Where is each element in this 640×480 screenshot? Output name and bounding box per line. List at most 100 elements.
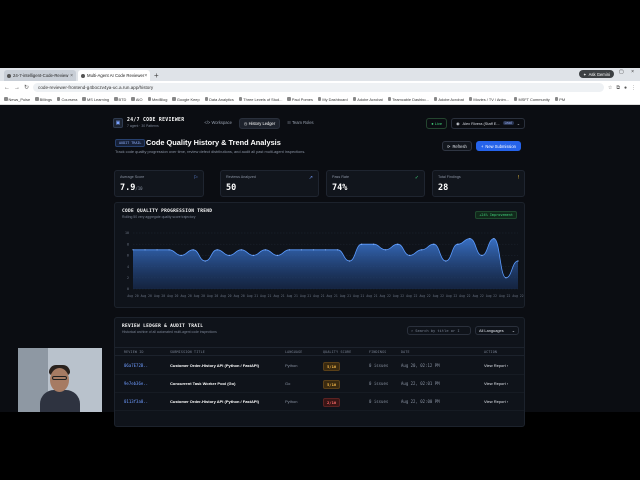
date-cell: Aug 22, 02:01 PM (401, 381, 440, 386)
bookmark-icon (554, 97, 559, 101)
bookmark-item[interactable]: Movies / TV / Anim... (468, 97, 509, 102)
bookmark-item[interactable]: Google Keep (172, 97, 200, 102)
refresh-button[interactable]: ⟳ Refresh (442, 141, 472, 151)
bookmark-item[interactable]: PM (554, 97, 565, 102)
reload-icon[interactable]: ↻ (24, 84, 29, 91)
x-tick-label: Aug 22 (433, 294, 444, 298)
bookmark-item[interactable]: Coursera (56, 96, 78, 102)
ledger-search-input[interactable]: ⌕ Search by title or I (407, 326, 471, 335)
table-row[interactable]: 0113f3a0.. Customer Order-History API (Py… (115, 394, 524, 411)
data-point (360, 243, 363, 245)
column-header: QUALITY SCORE (323, 350, 352, 354)
bookmark-item[interactable]: Adobe Acrobat (352, 97, 383, 102)
bookmark-item[interactable]: MS Learning (82, 97, 109, 102)
column-header: LANGUAGE (285, 350, 303, 354)
x-tick-label: Aug 21 (366, 294, 377, 298)
bookmark-item[interactable]: MSFT Community (513, 96, 550, 102)
bookmarks-bar: News_Pulse Billings Coursera MS Learning BTD… (0, 94, 640, 105)
data-point (445, 260, 447, 262)
bookmark-icon (35, 97, 39, 101)
webcam-overlay (18, 348, 102, 412)
bookmark-item[interactable]: BTD (114, 97, 126, 102)
view-report-button[interactable]: View Report › (484, 363, 508, 368)
table-row[interactable]: 06a7E72B.. Customer Order-History API (Py… (115, 358, 524, 375)
y-tick-label: 6 (127, 254, 129, 258)
bookmark-item[interactable]: Billings (35, 97, 52, 102)
new-tab-icon[interactable]: + (154, 70, 159, 81)
bookmark-icon (287, 97, 291, 101)
stat-suffix: /10 (135, 186, 143, 191)
review-id-link[interactable]: 0113f3a0.. (124, 399, 148, 404)
nav-team-roles[interactable]: ☷ Team Roles (283, 118, 317, 129)
new-submission-button[interactable]: + New Submission (476, 141, 521, 151)
data-point (228, 254, 230, 256)
url-text: code-reviewer-frontend-g4boczv4ya-uc.a.r… (38, 85, 154, 90)
x-tick-label: Aug 20 (141, 294, 152, 298)
submission-title: Customer Order-History API (Python / Fas… (170, 399, 259, 404)
x-tick-label: Aug 21 (247, 294, 258, 298)
breadcrumb: AUDIT TRAIL (115, 139, 146, 147)
x-tick-label: Aug 21 (273, 294, 284, 298)
view-report-button[interactable]: View Report › (484, 381, 508, 386)
bookmark-item[interactable]: MedBlog (147, 97, 167, 102)
bookmark-label: Data Analytics (209, 96, 234, 102)
user-menu[interactable]: ◉ Alex Rivera (Staff E... Lead ⌄ (451, 117, 525, 129)
profile-icon[interactable]: ● (624, 85, 627, 91)
table-row[interactable]: 9e7eb36e.. Concurrent Task Worker Pool (G… (115, 376, 524, 393)
stat-icon: ✓ (414, 175, 419, 181)
quality-score-badge: 5/10 (323, 380, 341, 389)
bookmark-icon (352, 97, 357, 101)
bookmark-item[interactable]: Adobe Acrobat (433, 97, 464, 102)
bookmark-label: MSFT Community (518, 96, 550, 102)
window-controls[interactable]: – ▢ × (609, 69, 637, 75)
data-point (192, 249, 194, 251)
close-icon[interactable]: × (70, 73, 73, 79)
bookmark-icon (114, 97, 118, 101)
bookmark-item[interactable]: Teamcable Dashbo... (387, 97, 429, 102)
nav-label: Team Roles (291, 119, 314, 125)
user-name: Alex Rivera (Staff E... (462, 120, 500, 126)
browser-tab-multi-agent[interactable]: Multi-Agent AI Code Reviewer × (78, 70, 150, 81)
forward-icon[interactable]: → (14, 85, 20, 91)
date-cell: Aug 20, 02:12 PM (401, 363, 440, 368)
address-bar: ← → ↻ code-reviewer-frontend-g4boczv4ya-… (0, 81, 640, 94)
data-point (373, 243, 375, 245)
extensions-icon[interactable]: ⧉ (616, 85, 620, 91)
tab-favicon-icon (81, 73, 85, 78)
stat-card: Total Findings 28! (432, 170, 525, 197)
bookmark-icon (82, 97, 86, 101)
star-icon[interactable]: ☆ (608, 85, 612, 91)
page-subtitle: Track code quality progression over time… (115, 149, 306, 154)
bookmark-label: Coursera (61, 96, 78, 102)
code-icon: </> (204, 119, 211, 125)
x-tick-label: Aug 22 (393, 294, 404, 298)
url-field[interactable]: code-reviewer-frontend-g4boczv4ya-uc.a.r… (33, 83, 604, 92)
x-tick-label: Aug 21 (300, 294, 311, 298)
nav-history-ledger[interactable]: ◷ History Ledger (238, 117, 281, 129)
language-filter-select[interactable]: All Languages ⌄ (475, 326, 519, 335)
bookmark-item[interactable]: Paul Pomes (287, 97, 313, 102)
bookmark-item[interactable]: My Dashboard (317, 97, 348, 102)
review-id-link[interactable]: 06a7E72B.. (124, 363, 148, 368)
y-tick-label: 10 (125, 231, 129, 235)
menu-icon[interactable]: ⋮ (631, 85, 636, 91)
review-id-link[interactable]: 9e7eb36e.. (124, 381, 148, 386)
bookmark-item[interactable]: News_Pulse (4, 97, 30, 102)
language-filter-value: All Languages (479, 328, 504, 333)
bookmark-item[interactable]: AIO (131, 97, 143, 102)
back-icon[interactable]: ← (4, 85, 10, 91)
language-cell: Go (285, 381, 291, 386)
address-actions: ☆ ⧉ ● ⋮ (608, 85, 636, 91)
browser-tab-code-review[interactable]: 24-7-intelligent-Code-Review × (4, 70, 76, 81)
page-title: Code Quality History & Trend Analysis (146, 138, 281, 147)
x-tick-label: Aug 21 (287, 294, 298, 298)
user-role-badge: Lead (502, 121, 514, 125)
close-icon[interactable]: × (144, 73, 147, 79)
bookmark-item[interactable]: Data Analytics (204, 96, 234, 102)
column-header: ACTION (484, 350, 498, 354)
tab-label: Multi-Agent AI Code Reviewer (87, 73, 145, 78)
data-point (421, 249, 423, 251)
bookmark-item[interactable]: Three Levels of Stud... (238, 97, 282, 102)
nav-workspace[interactable]: </> Workspace (200, 118, 235, 129)
view-report-button[interactable]: View Report › (484, 399, 508, 404)
